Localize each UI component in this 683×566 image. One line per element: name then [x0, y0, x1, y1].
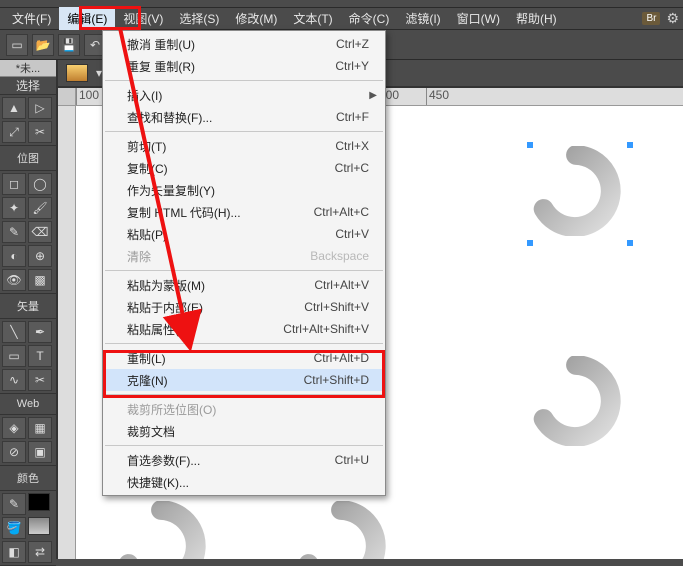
menu-redo[interactable]: 重复 重制(R)Ctrl+Y — [103, 55, 385, 77]
tool-open[interactable]: 📂 — [32, 34, 54, 56]
lasso-tool[interactable]: ◯ — [28, 173, 52, 195]
edit-dropdown: 撤消 重制(U)Ctrl+Z 重复 重制(R)Ctrl+Y 插入(I)▶ 查找和… — [102, 30, 386, 496]
knife-tool[interactable]: ✂ — [28, 369, 52, 391]
tool-new[interactable]: ▭ — [6, 34, 28, 56]
menu-paste-inside[interactable]: 粘贴于内部(E)Ctrl+Shift+V — [103, 296, 385, 318]
web-tools: ◈ ▦ ⊘ ▣ — [0, 415, 56, 466]
line-tool[interactable]: ╲ — [2, 321, 26, 343]
wand-tool[interactable]: ✦ — [2, 197, 26, 219]
ruler-vertical[interactable] — [58, 106, 76, 559]
selection-handle[interactable] — [527, 240, 533, 246]
separator — [105, 343, 383, 344]
menu-help[interactable]: 帮助(H) — [508, 7, 565, 30]
select-section-label: 选择 — [0, 77, 56, 95]
menu-find-replace[interactable]: 查找和替换(F)...Ctrl+F — [103, 106, 385, 128]
shape-arc[interactable] — [531, 146, 621, 236]
menu-window[interactable]: 窗口(W) — [449, 7, 508, 30]
menu-shortcuts[interactable]: 快捷键(K)... — [103, 471, 385, 493]
menu-insert[interactable]: 插入(I)▶ — [103, 84, 385, 106]
menu-file[interactable]: 文件(F) — [4, 7, 59, 30]
menu-copy[interactable]: 复制(C)Ctrl+C — [103, 157, 385, 179]
shape-arc[interactable] — [116, 501, 206, 559]
scale-tool[interactable]: ⤢ — [2, 121, 26, 143]
selection-handle[interactable] — [627, 142, 633, 148]
selection-handle[interactable] — [527, 142, 533, 148]
text-tool[interactable]: T — [28, 345, 52, 367]
menu-copy-as-vector[interactable]: 作为矢量复制(Y) — [103, 179, 385, 201]
pointer-tool[interactable]: ▲ — [2, 97, 26, 119]
eraser-tool[interactable]: ⌫ — [28, 221, 52, 243]
hide-tool[interactable]: ⊘ — [2, 441, 26, 463]
menu-commands[interactable]: 命令(C) — [341, 7, 398, 30]
separator — [105, 394, 383, 395]
menu-cut[interactable]: 剪切(T)Ctrl+X — [103, 135, 385, 157]
selection-handle[interactable] — [627, 240, 633, 246]
crop-tool[interactable]: ✂ — [28, 121, 52, 143]
marquee-tool[interactable]: ◻ — [2, 173, 26, 195]
separator — [105, 445, 383, 446]
ruler-origin[interactable] — [58, 88, 76, 106]
opt-swatch[interactable] — [66, 64, 88, 82]
menu-paste-attributes[interactable]: 粘贴属性(A)Ctrl+Alt+Shift+V — [103, 318, 385, 340]
swap-colors[interactable]: ⇄ — [28, 541, 52, 563]
color-label: 颜色 — [0, 466, 56, 491]
submenu-arrow-icon: ▶ — [369, 90, 377, 101]
hotspot-tool[interactable]: ◈ — [2, 417, 26, 439]
freeform-tool[interactable]: ∿ — [2, 369, 26, 391]
pen-tool[interactable]: ✒ — [28, 321, 52, 343]
menu-preferences[interactable]: 首选参数(F)...Ctrl+U — [103, 449, 385, 471]
default-colors[interactable]: ◧ — [2, 541, 26, 563]
fill-swatch[interactable]: 🪣 — [2, 517, 26, 539]
slice-tool[interactable]: ▦ — [28, 417, 52, 439]
select-tools: ▲ ▷ ⤢ ✂ — [0, 95, 56, 146]
menu-edit[interactable]: 编辑(E) — [59, 7, 115, 30]
menu-bar: 文件(F) 编辑(E) 视图(V) 选择(S) 修改(M) 文本(T) 命令(C… — [0, 8, 683, 30]
doc-tab[interactable]: *未... — [0, 60, 56, 77]
shape-arc[interactable] — [531, 356, 621, 446]
menu-clear: 清除Backspace — [103, 245, 385, 267]
stamp-tool[interactable]: ⊕ — [28, 245, 52, 267]
menu-paste[interactable]: 粘贴(P)Ctrl+V — [103, 223, 385, 245]
bridge-badge[interactable]: Br — [642, 12, 660, 25]
subselect-tool[interactable]: ▷ — [28, 97, 52, 119]
web-label: Web — [0, 394, 56, 415]
blur-tool[interactable]: ◐ — [2, 245, 26, 267]
menu-modify[interactable]: 修改(M) — [227, 7, 285, 30]
fill-color[interactable] — [28, 517, 50, 535]
redeye-tool[interactable]: 👁 — [2, 269, 26, 291]
separator — [105, 270, 383, 271]
color-tools: ✎ 🪣 ◧ ⇄ — [0, 491, 56, 566]
menu-clone[interactable]: 克隆(N)Ctrl+Shift+D — [103, 369, 385, 391]
rect-tool[interactable]: ▭ — [2, 345, 26, 367]
brush-tool[interactable]: 🖌 — [28, 197, 52, 219]
show-tool[interactable]: ▣ — [28, 441, 52, 463]
menu-select[interactable]: 选择(S) — [171, 7, 227, 30]
bitmap-tools: ◻ ◯ ✦ 🖌 ✎ ⌫ ◐ ⊕ 👁 ▩ — [0, 171, 56, 294]
menu-duplicate[interactable]: 重制(L)Ctrl+Alt+D — [103, 347, 385, 369]
toolbox-panel: *未... 选择 ▲ ▷ ⤢ ✂ 位图 ◻ ◯ ✦ 🖌 ✎ ⌫ ◐ ⊕ 👁 ▩ … — [0, 60, 58, 559]
menu-undo[interactable]: 撤消 重制(U)Ctrl+Z — [103, 33, 385, 55]
menu-paste-as-mask[interactable]: 粘贴为蒙版(M)Ctrl+Alt+V — [103, 274, 385, 296]
menu-copy-html[interactable]: 复制 HTML 代码(H)...Ctrl+Alt+C — [103, 201, 385, 223]
bitmap-label: 位图 — [0, 146, 56, 171]
fill-tool[interactable]: ▩ — [28, 269, 52, 291]
menu-text[interactable]: 文本(T) — [285, 7, 340, 30]
vector-label: 矢量 — [0, 294, 56, 319]
menu-view[interactable]: 视图(V) — [115, 7, 171, 30]
tool-save[interactable]: 💾 — [58, 34, 80, 56]
gear-icon[interactable]: ⚙ — [666, 10, 679, 27]
vector-tools: ╲ ✒ ▭ T ∿ ✂ — [0, 319, 56, 394]
separator — [105, 131, 383, 132]
shape-arc[interactable] — [296, 501, 386, 559]
stroke-color[interactable] — [28, 493, 50, 511]
menu-filters[interactable]: 滤镜(I) — [397, 7, 448, 30]
separator — [105, 80, 383, 81]
menu-crop-document[interactable]: 裁剪文档 — [103, 420, 385, 442]
stroke-swatch[interactable]: ✎ — [2, 493, 26, 515]
pencil-tool[interactable]: ✎ — [2, 221, 26, 243]
menu-crop-selected-bitmap: 裁剪所选位图(O) — [103, 398, 385, 420]
